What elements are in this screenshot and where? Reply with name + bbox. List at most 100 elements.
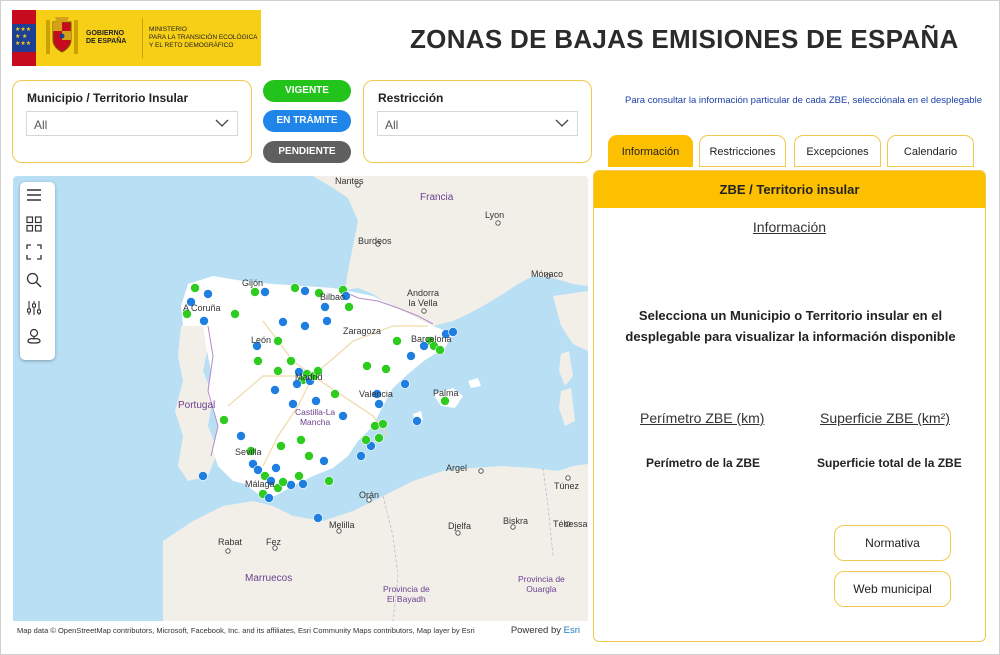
zbe-point-vigente[interactable] xyxy=(296,435,306,445)
powered-by-esri[interactable]: Powered by Esri xyxy=(511,625,580,636)
zbe-point-vigente[interactable] xyxy=(273,366,283,376)
zbe-point-tramite[interactable] xyxy=(311,396,321,406)
zbe-point-tramite[interactable] xyxy=(271,463,281,473)
page-title: ZONAS DE BAJAS EMISIONES DE ESPAÑA xyxy=(410,24,959,54)
perimeter-label: Perímetro ZBE (km) xyxy=(640,410,765,426)
map-label-castilla-la-mancha: Castilla-La Mancha xyxy=(295,407,336,427)
zbe-point-tramite[interactable] xyxy=(236,431,246,441)
locate-icon[interactable] xyxy=(26,328,50,352)
zbe-point-vigente[interactable] xyxy=(304,451,314,461)
map-label-portugal: Portugal xyxy=(178,400,216,411)
map-label-burdeos: Burdeos xyxy=(358,236,392,246)
zbe-point-tramite[interactable] xyxy=(406,351,416,361)
zbe-point-tramite[interactable] xyxy=(374,399,384,409)
map-label-oran: Orán xyxy=(359,490,380,500)
basemap-gallery-icon[interactable] xyxy=(26,216,50,240)
map-label-madrid: Madrid xyxy=(295,372,323,382)
zbe-point-vigente[interactable] xyxy=(219,415,229,425)
zbe-point-tramite[interactable] xyxy=(320,302,330,312)
zbe-point-tramite[interactable] xyxy=(286,480,296,490)
map-label-ouargla: Provincia de Ouargla xyxy=(518,574,565,594)
panel-header: ZBE / Territorio insular xyxy=(594,171,985,208)
corsica-landmass xyxy=(559,351,573,386)
zbe-point-tramite[interactable] xyxy=(300,321,310,331)
sardinia-landmass xyxy=(559,388,575,426)
zbe-point-tramite[interactable] xyxy=(356,451,366,461)
map-label-sevilla: Sevilla xyxy=(235,447,262,457)
zbe-point-vigente[interactable] xyxy=(278,477,288,487)
map-label-bilbao: Bilbao xyxy=(320,292,346,302)
zbe-point-tramite[interactable] xyxy=(322,316,332,326)
zbe-point-tramite[interactable] xyxy=(278,317,288,327)
zbe-point-vigente[interactable] xyxy=(290,283,300,293)
government-text: GOBIERNO DE ESPAÑA xyxy=(86,30,127,45)
zbe-point-vigente[interactable] xyxy=(273,336,283,346)
menu-icon[interactable] xyxy=(26,188,50,212)
zbe-point-vigente[interactable] xyxy=(190,283,200,293)
zbe-point-tramite[interactable] xyxy=(400,379,410,389)
vigente-button[interactable]: VIGENTE xyxy=(263,80,351,102)
zbe-point-tramite[interactable] xyxy=(319,456,329,466)
zbe-point-vigente[interactable] xyxy=(344,302,354,312)
zbe-point-vigente[interactable] xyxy=(250,287,260,297)
map-label-gijon: Gijón xyxy=(242,278,264,288)
city-marker xyxy=(421,308,427,314)
panel-message: Selecciona un Municipio o Territorio ins… xyxy=(625,308,956,344)
italy-landmass xyxy=(553,291,588,351)
fullscreen-icon[interactable] xyxy=(26,244,50,268)
city-marker xyxy=(495,220,501,226)
zbe-point-tramite[interactable] xyxy=(260,287,270,297)
zbe-point-vigente[interactable] xyxy=(435,345,445,355)
pendiente-button[interactable]: PENDIENTE xyxy=(263,141,351,163)
zbe-point-tramite[interactable] xyxy=(264,493,274,503)
zbe-point-vigente[interactable] xyxy=(286,356,296,366)
municipio-select[interactable]: All xyxy=(26,111,238,136)
zbe-point-vigente[interactable] xyxy=(330,389,340,399)
map-label-monaco: Mónaco xyxy=(531,269,564,279)
zbe-point-vigente[interactable] xyxy=(362,361,372,371)
tab-restricciones[interactable]: Restricciones xyxy=(699,135,786,167)
zbe-point-vigente[interactable] xyxy=(294,471,304,481)
map-label-el-bayadh: Provincia de El Bayadh xyxy=(383,584,430,604)
zbe-point-vigente[interactable] xyxy=(378,419,388,429)
zbe-point-tramite[interactable] xyxy=(313,513,323,523)
zbe-point-tramite[interactable] xyxy=(298,479,308,489)
tab-informacion[interactable]: Información xyxy=(608,135,693,167)
zbe-point-vigente[interactable] xyxy=(276,441,286,451)
eu-stars-icon: ★★★ ★ ★ ★★★ xyxy=(15,27,32,47)
surface-label: Superficie ZBE (km²) xyxy=(820,410,950,426)
zbe-point-vigente[interactable] xyxy=(381,364,391,374)
web-municipal-button[interactable]: Web municipal xyxy=(834,571,951,607)
zbe-point-vigente[interactable] xyxy=(370,421,380,431)
zbe-point-tramite[interactable] xyxy=(198,471,208,481)
zbe-point-tramite[interactable] xyxy=(412,416,422,426)
tab-calendario[interactable]: Calendario xyxy=(887,135,974,167)
en-tramite-button[interactable]: EN TRÁMITE xyxy=(263,110,351,132)
zbe-point-tramite[interactable] xyxy=(338,411,348,421)
zbe-point-vigente[interactable] xyxy=(253,356,263,366)
zbe-point-tramite[interactable] xyxy=(203,289,213,299)
map-label-palma: Palma xyxy=(433,388,459,398)
zbe-point-vigente[interactable] xyxy=(361,435,371,445)
tab-excepciones[interactable]: Excepciones xyxy=(794,135,881,167)
map-canvas[interactable] xyxy=(13,176,588,621)
zbe-point-vigente[interactable] xyxy=(324,476,334,486)
zbe-point-tramite[interactable] xyxy=(270,385,280,395)
filter-sliders-icon[interactable] xyxy=(26,300,50,324)
zbe-point-tramite[interactable] xyxy=(199,316,209,326)
municipio-filter-label: Municipio / Territorio Insular xyxy=(27,91,189,105)
restriccion-select[interactable]: All xyxy=(377,111,578,136)
normativa-button[interactable]: Normativa xyxy=(834,525,951,561)
zbe-point-vigente[interactable] xyxy=(230,309,240,319)
zbe-point-vigente[interactable] xyxy=(392,336,402,346)
restriccion-select-value: All xyxy=(385,118,399,132)
search-icon[interactable] xyxy=(26,272,50,296)
map-toolbar xyxy=(20,182,55,360)
zbe-point-vigente[interactable] xyxy=(374,433,384,443)
map-label-andorra: Andorra la Vella xyxy=(407,288,440,308)
zbe-point-tramite[interactable] xyxy=(300,286,310,296)
zbe-map[interactable]: Nantes Francia Lyon Burdeos Andorra la V… xyxy=(13,176,588,621)
map-label-barcelona: Barcelona xyxy=(411,334,452,344)
map-label-francia: Francia xyxy=(420,192,454,203)
map-label-leon: León xyxy=(251,335,272,345)
